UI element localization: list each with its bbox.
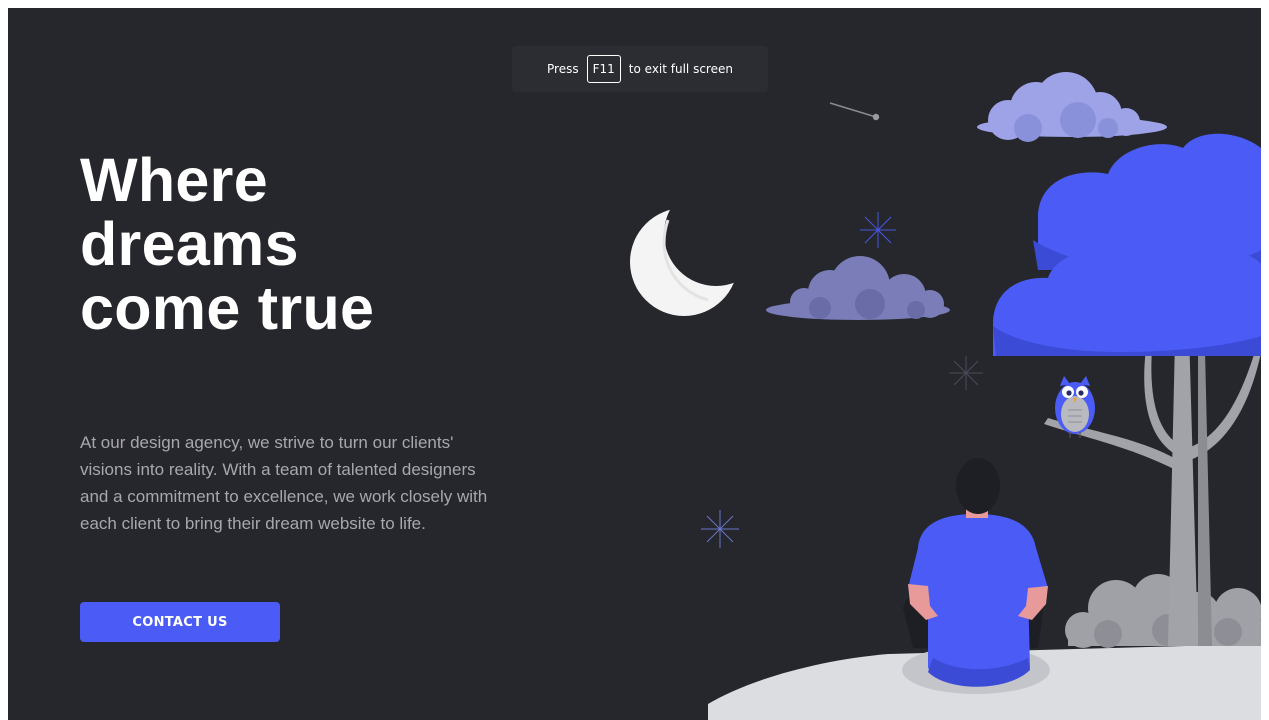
page-viewport: Press F11 to exit full screen Where drea… bbox=[8, 8, 1261, 720]
night-dream-illustration bbox=[630, 72, 1261, 720]
tree-canopy bbox=[993, 133, 1261, 356]
crescent-moon-icon bbox=[630, 182, 768, 316]
sparkle-icon bbox=[860, 212, 896, 248]
person-figure bbox=[902, 458, 1050, 694]
shooting-star-icon bbox=[829, 102, 880, 121]
sparkle-icon bbox=[949, 356, 983, 390]
sparkle-icon bbox=[701, 510, 739, 548]
